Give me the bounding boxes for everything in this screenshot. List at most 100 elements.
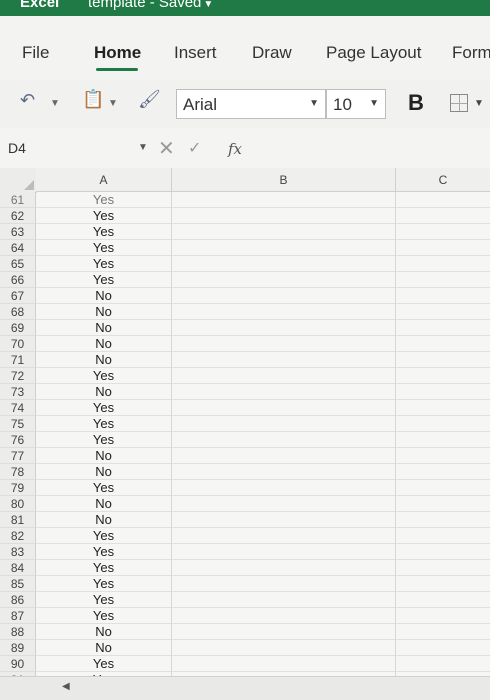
undo-chevron-icon[interactable]: ▼ — [50, 98, 60, 109]
cell-c[interactable] — [396, 384, 490, 400]
cell-a[interactable]: Yes — [36, 480, 172, 496]
format-painter-icon[interactable]: 🖌 — [138, 89, 161, 110]
cell-b[interactable] — [172, 368, 396, 384]
cell-b[interactable] — [172, 512, 396, 528]
cell-a[interactable]: No — [36, 496, 172, 512]
cell-a[interactable]: No — [36, 352, 172, 368]
cell-a[interactable]: Yes — [36, 608, 172, 624]
cell-b[interactable] — [172, 608, 396, 624]
row-header[interactable]: 86 — [0, 592, 36, 608]
column-header-b[interactable]: B — [172, 168, 396, 192]
row-header[interactable]: 75 — [0, 416, 36, 432]
cell-a[interactable]: Yes — [36, 272, 172, 288]
cell-c[interactable] — [396, 624, 490, 640]
cell-b[interactable] — [172, 272, 396, 288]
cell-a[interactable]: No — [36, 512, 172, 528]
tab-formulas[interactable]: Form — [452, 43, 490, 63]
cell-c[interactable] — [396, 576, 490, 592]
cell-a[interactable]: Yes — [36, 416, 172, 432]
cell-a[interactable]: No — [36, 640, 172, 656]
row-header[interactable]: 65 — [0, 256, 36, 272]
cell-a[interactable]: Yes — [36, 432, 172, 448]
clipboard-icon[interactable]: 📋 — [82, 89, 104, 110]
cell-b[interactable] — [172, 464, 396, 480]
row-header[interactable]: 73 — [0, 384, 36, 400]
cell-c[interactable] — [396, 256, 490, 272]
clipboard-chevron-icon[interactable]: ▼ — [108, 98, 118, 109]
cell-c[interactable] — [396, 432, 490, 448]
cell-b[interactable] — [172, 544, 396, 560]
font-size-select[interactable]: 10 ▼ — [326, 89, 386, 119]
cell-c[interactable] — [396, 512, 490, 528]
horizontal-scrollbar[interactable]: ◀ — [0, 676, 490, 700]
row-header[interactable]: 90 — [0, 656, 36, 672]
cell-c[interactable] — [396, 480, 490, 496]
cell-a[interactable]: Yes — [36, 224, 172, 240]
cell-c[interactable] — [396, 400, 490, 416]
row-header[interactable]: 83 — [0, 544, 36, 560]
cell-a[interactable]: No — [36, 336, 172, 352]
row-header[interactable]: 88 — [0, 624, 36, 640]
name-box-chevron-icon[interactable]: ▼ — [138, 142, 148, 153]
cell-a[interactable]: No — [36, 304, 172, 320]
cell-c[interactable] — [396, 448, 490, 464]
cell-b[interactable] — [172, 336, 396, 352]
cell-c[interactable] — [396, 592, 490, 608]
cell-c[interactable] — [396, 336, 490, 352]
row-header[interactable]: 76 — [0, 432, 36, 448]
row-header[interactable]: 85 — [0, 576, 36, 592]
cell-a[interactable]: No — [36, 448, 172, 464]
cell-a[interactable]: Yes — [36, 192, 172, 208]
cell-b[interactable] — [172, 640, 396, 656]
cell-c[interactable] — [396, 320, 490, 336]
cell-b[interactable] — [172, 560, 396, 576]
row-header[interactable]: 72 — [0, 368, 36, 384]
font-name-select[interactable]: Arial ▼ — [176, 89, 326, 119]
cell-c[interactable] — [396, 560, 490, 576]
cell-b[interactable] — [172, 400, 396, 416]
document-title[interactable]: template - Saved ▼ — [88, 0, 213, 11]
row-header[interactable]: 66 — [0, 272, 36, 288]
cell-a[interactable]: Yes — [36, 368, 172, 384]
cell-c[interactable] — [396, 496, 490, 512]
cell-b[interactable] — [172, 480, 396, 496]
cancel-icon[interactable]: ✕ — [158, 136, 175, 161]
cell-b[interactable] — [172, 224, 396, 240]
cell-c[interactable] — [396, 464, 490, 480]
row-header[interactable]: 87 — [0, 608, 36, 624]
cell-b[interactable] — [172, 624, 396, 640]
cell-b[interactable] — [172, 320, 396, 336]
cell-a[interactable]: Yes — [36, 400, 172, 416]
cell-c[interactable] — [396, 528, 490, 544]
cell-a[interactable]: No — [36, 464, 172, 480]
cell-b[interactable] — [172, 256, 396, 272]
cell-c[interactable] — [396, 656, 490, 672]
row-header[interactable]: 69 — [0, 320, 36, 336]
row-header[interactable]: 84 — [0, 560, 36, 576]
row-header[interactable]: 70 — [0, 336, 36, 352]
cell-c[interactable] — [396, 304, 490, 320]
row-header[interactable]: 68 — [0, 304, 36, 320]
cell-c[interactable] — [396, 640, 490, 656]
row-header[interactable]: 64 — [0, 240, 36, 256]
cell-c[interactable] — [396, 288, 490, 304]
cell-b[interactable] — [172, 416, 396, 432]
cell-a[interactable]: Yes — [36, 576, 172, 592]
insert-function-icon[interactable]: fx — [228, 140, 242, 158]
cell-c[interactable] — [396, 544, 490, 560]
row-header[interactable]: 82 — [0, 528, 36, 544]
row-header[interactable]: 63 — [0, 224, 36, 240]
cell-c[interactable] — [396, 368, 490, 384]
cell-c[interactable] — [396, 224, 490, 240]
cell-b[interactable] — [172, 528, 396, 544]
row-header[interactable]: 77 — [0, 448, 36, 464]
tab-draw[interactable]: Draw — [252, 43, 292, 63]
cell-c[interactable] — [396, 240, 490, 256]
cell-b[interactable] — [172, 656, 396, 672]
tab-page-layout[interactable]: Page Layout — [326, 43, 421, 63]
tab-home[interactable]: Home — [94, 43, 141, 63]
row-header[interactable]: 62 — [0, 208, 36, 224]
cell-b[interactable] — [172, 576, 396, 592]
cell-a[interactable]: Yes — [36, 528, 172, 544]
borders-chevron-icon[interactable]: ▼ — [474, 98, 484, 109]
